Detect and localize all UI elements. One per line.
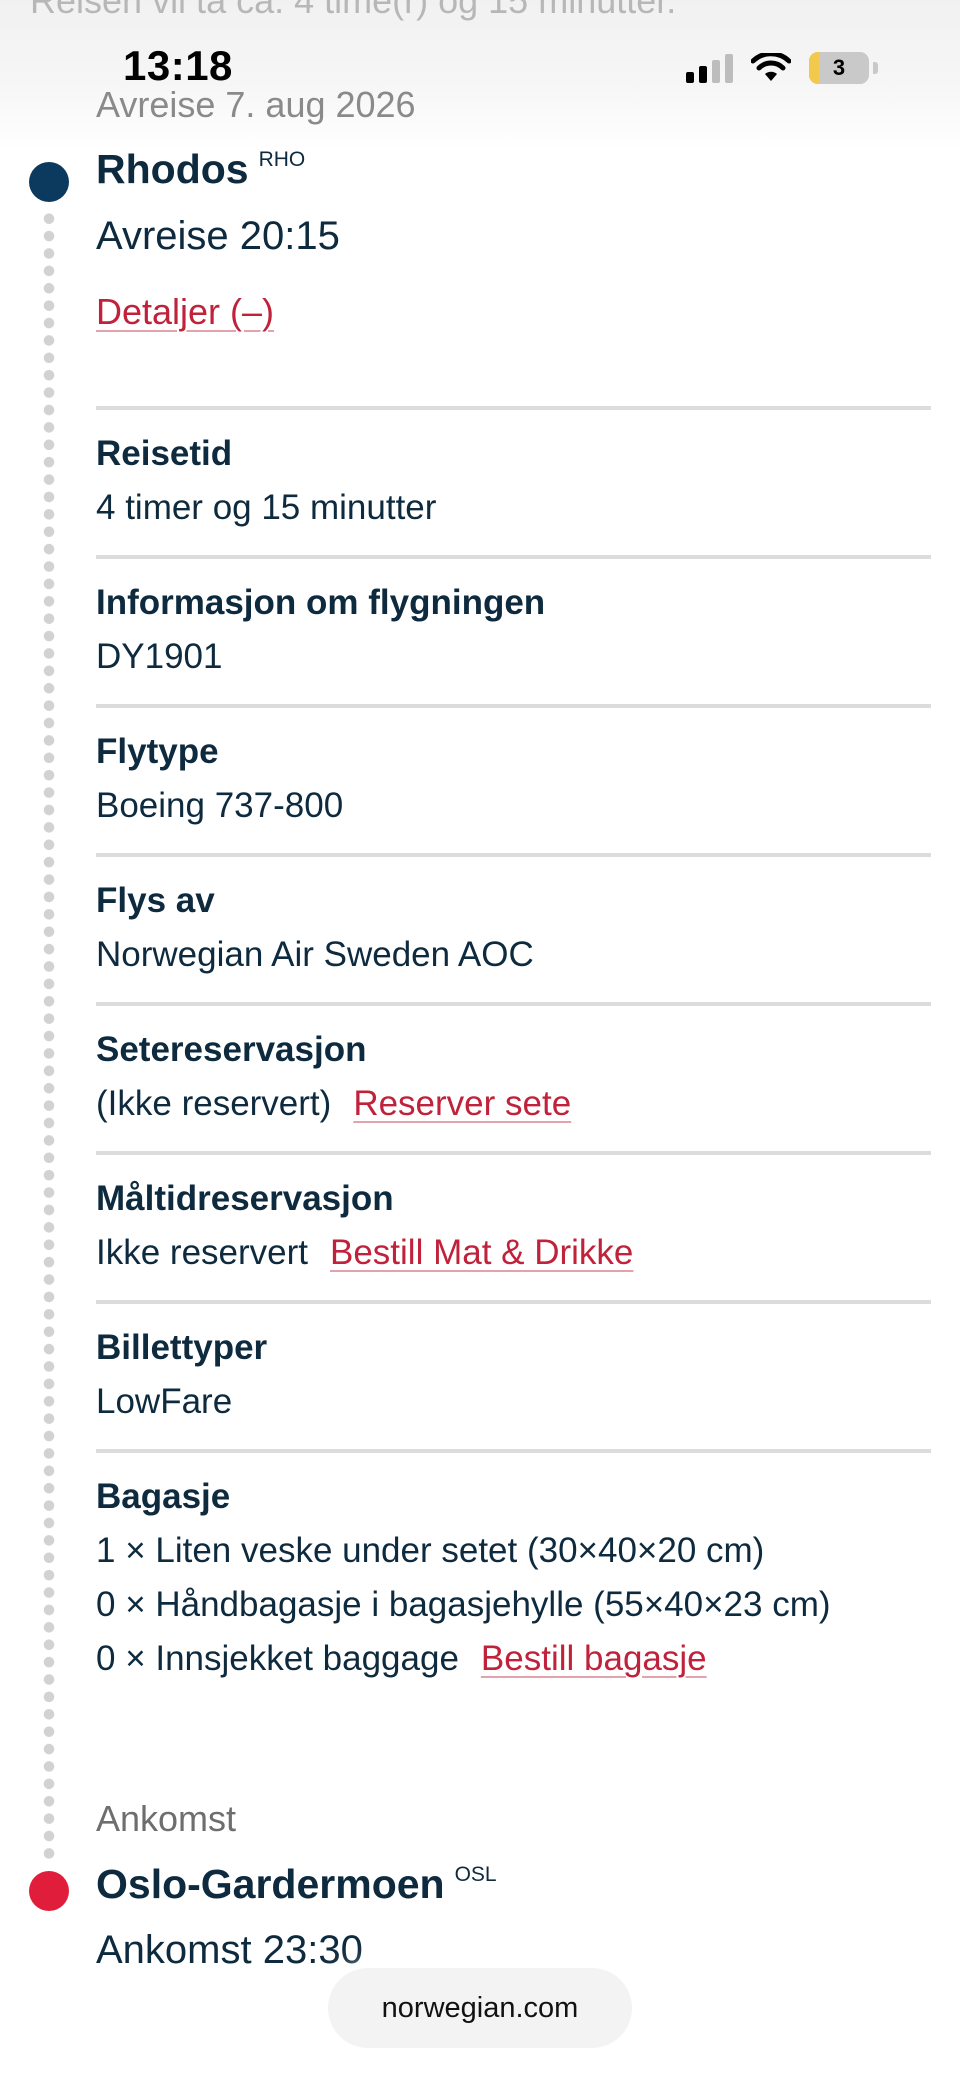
timeline-dotted-line: [42, 210, 56, 1860]
arrival-airport-code: OSL: [454, 1863, 497, 1886]
section-meal-reservation: Måltidreservasjon Ikke reservert Bestill …: [96, 1151, 931, 1273]
seat-reservation-status: (Ikke reservert): [96, 1084, 332, 1123]
departure-timeline-dot: [29, 162, 69, 202]
aircraft-title: Flytype: [96, 732, 219, 771]
meal-reservation-title: Måltidreservasjon: [96, 1179, 394, 1218]
departure-date: Avreise 7. aug 2026: [96, 84, 416, 125]
section-ticket-type: Billettyper LowFare: [96, 1300, 931, 1422]
travel-time-title: Reisetid: [96, 434, 233, 473]
cellular-signal-icon: [686, 53, 733, 83]
baggage-title: Bagasje: [96, 1477, 231, 1516]
travel-time-value: 4 timer og 15 minutter: [96, 488, 437, 527]
details-toggle-link[interactable]: Detaljer (–): [96, 291, 274, 333]
section-seat-reservation: Setereservasjon (Ikke reservert) Reserver…: [96, 1002, 931, 1124]
flight-number-value: DY1901: [96, 637, 223, 676]
ticket-type-value: LowFare: [96, 1382, 233, 1421]
departure-time: Avreise 20:15: [96, 214, 340, 258]
aircraft-value: Boeing 737-800: [96, 786, 344, 825]
section-travel-time: Reisetid 4 timer og 15 minutter: [96, 406, 931, 528]
battery-cap: [873, 62, 878, 74]
section-aircraft: Flytype Boeing 737-800: [96, 704, 931, 826]
flight-info-title: Informasjon om flygningen: [96, 583, 546, 622]
seat-reservation-title: Setereservasjon: [96, 1030, 367, 1069]
wifi-icon: [751, 53, 791, 81]
operated-by-title: Flys av: [96, 881, 215, 920]
reserve-seat-link[interactable]: Reserver sete: [353, 1084, 571, 1123]
battery-level: 3: [832, 55, 846, 80]
seat-reservation-row: (Ikke reservert) Reserver sete: [96, 1084, 931, 1124]
status-time: 13:18: [123, 42, 233, 89]
battery-icon: 3: [809, 52, 869, 84]
section-operated-by: Flys av Norwegian Air Sweden AOC: [96, 853, 931, 975]
meal-reservation-row: Ikke reservert Bestill Mat & Drikke: [96, 1233, 931, 1273]
order-food-drink-link[interactable]: Bestill Mat & Drikke: [330, 1233, 633, 1272]
section-flight-info: Informasjon om flygningen DY1901: [96, 555, 931, 677]
meal-reservation-status: Ikke reservert: [96, 1233, 308, 1272]
departure-airport: Rhodos RHO: [96, 146, 305, 193]
arrival-timeline-dot: [29, 1871, 69, 1911]
baggage-line-checked-row: 0 × Innsjekket baggage Bestill bagasje: [96, 1639, 931, 1679]
departure-airport-name: Rhodos: [96, 146, 249, 192]
arrival-time: Ankomst 23:30: [96, 1928, 363, 1972]
arrival-airport: Oslo-Gardermoen OSL: [96, 1861, 497, 1908]
section-baggage: Bagasje 1 × Liten veske under setet (30×…: [96, 1449, 931, 1679]
arrival-label: Ankomst: [96, 1798, 237, 1839]
status-icons: 3: [686, 52, 878, 84]
baggage-line-checked: 0 × Innsjekket baggage: [96, 1639, 459, 1678]
browser-url-bar[interactable]: norwegian.com: [328, 1968, 632, 2048]
departure-airport-code: RHO: [258, 148, 306, 171]
baggage-line-cabin-bag: 0 × Håndbagasje i bagasjehylle (55×40×23…: [96, 1585, 831, 1624]
ticket-type-title: Billettyper: [96, 1328, 268, 1367]
scrolled-summary-text: Reisen vil ta ca. 4 time(r) og 15 minutt…: [30, 0, 677, 21]
baggage-line-small-bag: 1 × Liten veske under setet (30×40×20 cm…: [96, 1531, 765, 1570]
order-baggage-link[interactable]: Bestill bagasje: [481, 1639, 707, 1678]
operated-by-value: Norwegian Air Sweden AOC: [96, 935, 534, 974]
arrival-airport-name: Oslo-Gardermoen: [96, 1861, 445, 1907]
